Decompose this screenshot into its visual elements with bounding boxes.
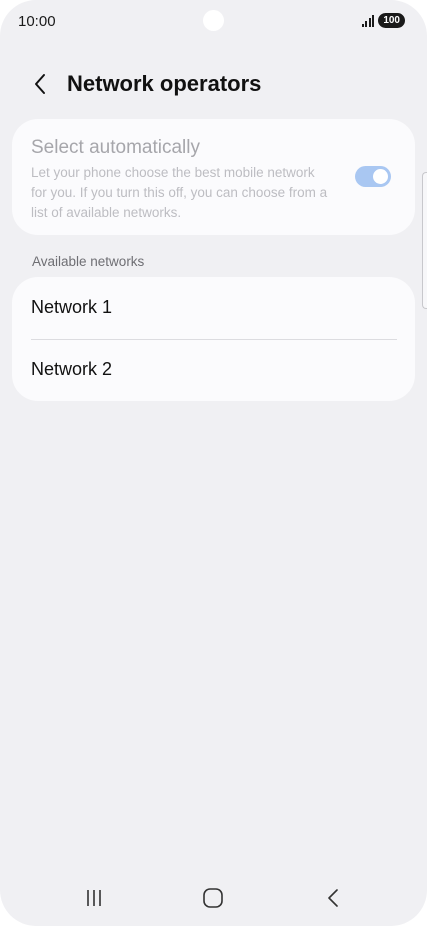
edge-panel-handle[interactable]	[422, 172, 427, 309]
app-header: Network operators	[0, 60, 427, 108]
page-title: Network operators	[67, 71, 262, 96]
signal-icon	[361, 14, 375, 27]
network-item-1[interactable]: Network 1	[12, 277, 415, 339]
network-label: Network 2	[31, 359, 113, 379]
nav-back-button[interactable]	[318, 886, 348, 910]
recents-icon	[87, 890, 101, 906]
back-button[interactable]	[24, 68, 56, 100]
chevron-left-icon	[35, 74, 45, 94]
select-automatically-description: Let your phone choose the best mobile ne…	[31, 165, 328, 220]
networks-list: Network 1 Network 2	[12, 277, 415, 401]
network-item-2[interactable]: Network 2	[12, 339, 415, 401]
navigation-bar	[0, 870, 427, 926]
status-time: 10:00	[18, 13, 56, 30]
recents-button[interactable]	[79, 886, 109, 910]
network-label: Network 1	[31, 297, 113, 317]
back-icon	[328, 889, 338, 907]
toggle-knob	[373, 169, 388, 184]
status-bar: 10:00 100	[0, 0, 427, 44]
select-automatically-toggle[interactable]	[355, 166, 391, 187]
available-networks-heading: Available networks	[32, 254, 145, 269]
front-camera	[203, 10, 224, 31]
status-icons: 100	[361, 13, 405, 28]
select-automatically-label: Select automatically	[31, 137, 200, 158]
home-icon	[203, 888, 223, 908]
home-button[interactable]	[198, 886, 228, 910]
battery-icon: 100	[378, 13, 405, 28]
phone-screen: 10:00 100 Network operators Select autom…	[0, 0, 427, 926]
select-automatically-row[interactable]: Select automatically Let your phone choo…	[12, 119, 415, 235]
